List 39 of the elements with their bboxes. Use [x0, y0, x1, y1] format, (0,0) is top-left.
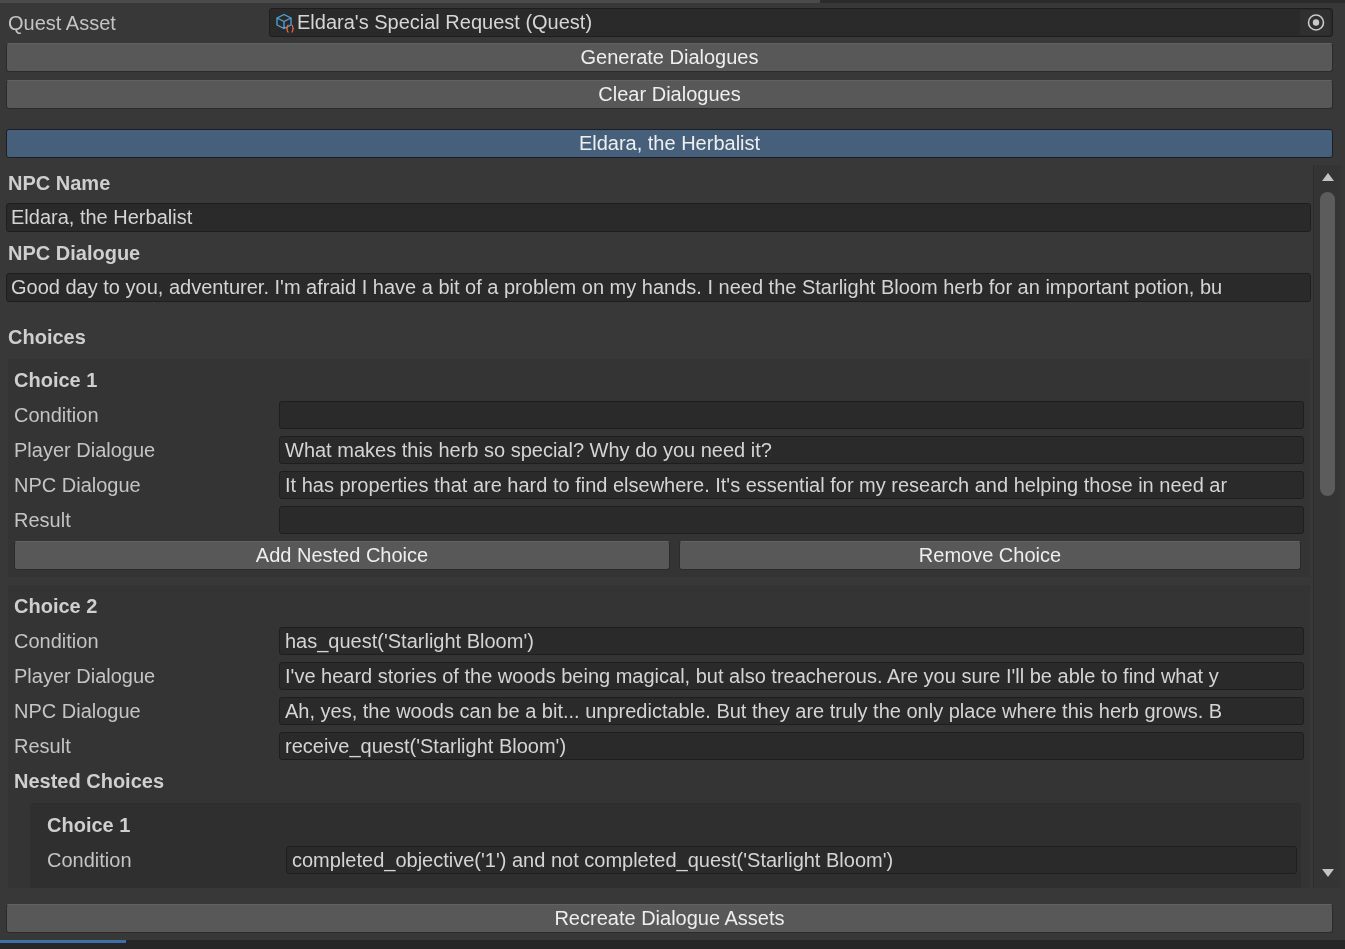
- field-label: Player Dialogue: [14, 664, 156, 688]
- action-button[interactable]: Remove Choice: [679, 541, 1301, 570]
- choice-title: Choice 2: [14, 595, 98, 617]
- text-field[interactable]: completed_objective('1') and not completed_quest('Starlight Bloom'): [286, 846, 1297, 874]
- field-label: Quest Asset: [7, 10, 116, 35]
- text-field[interactable]: Good day to you, adventurer. I'm afraid I have a bit of a problem on my hands. I need the Starlight Bloom herb for an important potion, bu: [6, 273, 1311, 302]
- action-button[interactable]: Add Nested Choice: [14, 541, 670, 570]
- field-label: NPC Dialogue: [14, 699, 141, 723]
- choice-title: Choice 1: [47, 814, 131, 836]
- section-label: NPC Name: [7, 172, 111, 194]
- scroll-up-icon[interactable]: [1321, 173, 1334, 181]
- npc-tab[interactable]: Eldara, the Herbalist: [6, 129, 1333, 158]
- scroll-down-icon[interactable]: [1321, 869, 1334, 877]
- action-button[interactable]: Clear Dialogues: [6, 80, 1333, 109]
- field-label: Condition: [47, 848, 132, 872]
- field-label: NPC Dialogue: [14, 473, 141, 497]
- action-button[interactable]: Recreate Dialogue Assets: [6, 904, 1333, 933]
- choice-title: Choice 1: [14, 369, 98, 391]
- text-field[interactable]: has_quest('Starlight Bloom'): [279, 627, 1304, 655]
- section-label: Nested Choices: [14, 770, 165, 792]
- cube-icon: [276, 12, 294, 33]
- text-field[interactable]: Eldara, the Herbalist: [6, 203, 1311, 232]
- vertical-scrollbar[interactable]: [1313, 165, 1341, 888]
- action-button[interactable]: Generate Dialogues: [6, 43, 1333, 72]
- text-field[interactable]: It has properties that are hard to find elsewhere. It's essential for my research and helping those in need ar: [279, 471, 1304, 499]
- field-label: Result: [14, 508, 71, 532]
- scrollbar-thumb[interactable]: [1320, 192, 1335, 496]
- text-field[interactable]: I've heard stories of the woods being magical, but also treacherous. Are you sure I'll be able to find what y: [279, 662, 1304, 690]
- section-label: NPC Dialogue: [7, 242, 141, 264]
- field-label: Result: [14, 734, 71, 758]
- field-label: Player Dialogue: [14, 438, 156, 462]
- field-label: Condition: [14, 629, 99, 653]
- text-field[interactable]: receive_quest('Starlight Bloom'): [279, 732, 1304, 760]
- target-icon[interactable]: [1300, 10, 1330, 35]
- field-label: Condition: [14, 403, 99, 427]
- text-field[interactable]: What makes this herb so special? Why do you need it?: [279, 436, 1304, 464]
- text-field[interactable]: Ah, yes, the woods can be a bit... unpredictable. But they are truly the only place where this herb grows. B: [279, 697, 1304, 725]
- section-label: Choices: [7, 326, 86, 348]
- object-field[interactable]: Eldara's Special Request (Quest): [269, 8, 1333, 37]
